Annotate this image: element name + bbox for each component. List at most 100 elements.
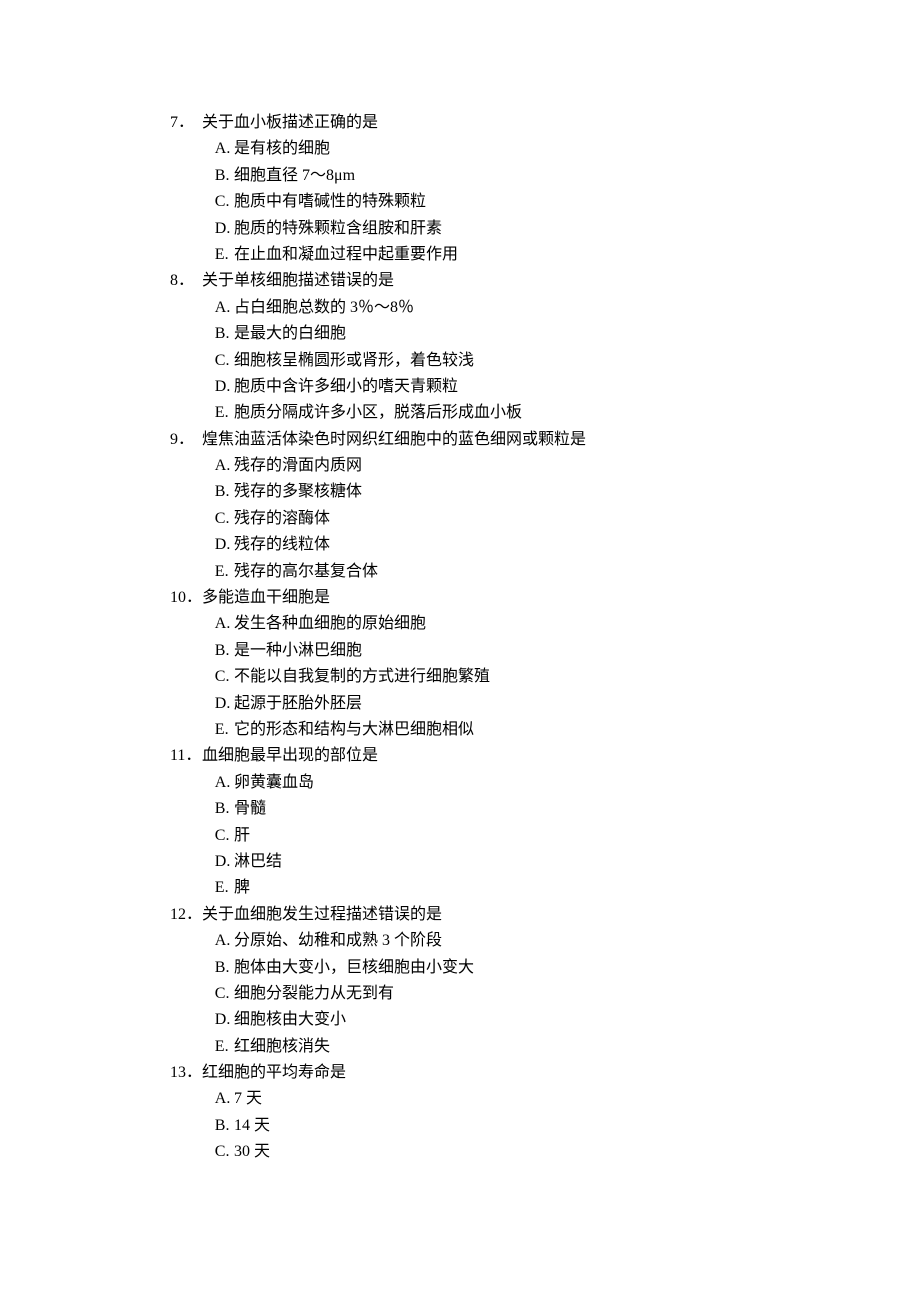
question-text: 关于血细胞发生过程描述错误的是 [202, 902, 442, 928]
option-letter: A. [215, 136, 234, 162]
question-7: 7． 关于血小板描述正确的是 A.是有核的细胞 B.细胞直径 7～8μm C.胞… [170, 110, 750, 268]
question-number: 13． [170, 1060, 202, 1086]
option-d: D.淋巴结 [215, 849, 750, 875]
option-e: E.脾 [215, 875, 750, 901]
question-12: 12． 关于血细胞发生过程描述错误的是 A.分原始、幼稚和成熟 3 个阶段 B.… [170, 902, 750, 1060]
option-text: 残存的溶酶体 [234, 506, 330, 532]
option-letter: B. [215, 479, 234, 505]
option-a: A.卵黄囊血岛 [215, 770, 750, 796]
question-number: 12． [170, 902, 202, 928]
option-a: A.发生各种血细胞的原始细胞 [215, 611, 750, 637]
option-d: D.细胞核由大变小 [215, 1007, 750, 1033]
option-text: 胞质的特殊颗粒含组胺和肝素 [234, 216, 442, 242]
option-letter: D. [215, 374, 234, 400]
option-letter: B. [215, 638, 234, 664]
option-b: B.是最大的白细胞 [215, 321, 750, 347]
option-text: 卵黄囊血岛 [234, 770, 314, 796]
question-options: A.分原始、幼稚和成熟 3 个阶段 B.胞体由大变小，巨核细胞由小变大 C.细胞… [170, 928, 750, 1060]
question-text: 红细胞的平均寿命是 [202, 1060, 346, 1086]
option-text: 胞质中含许多细小的嗜天青颗粒 [234, 374, 458, 400]
option-c: C.不能以自我复制的方式进行细胞繁殖 [215, 664, 750, 690]
question-stem: 8． 关于单核细胞描述错误的是 [170, 268, 750, 294]
option-c: C.细胞分裂能力从无到有 [215, 981, 750, 1007]
question-text: 血细胞最早出现的部位是 [202, 743, 378, 769]
option-letter: B. [215, 955, 234, 981]
option-b: B.胞体由大变小，巨核细胞由小变大 [215, 955, 750, 981]
question-number: 9． [170, 427, 202, 453]
option-a: A.分原始、幼稚和成熟 3 个阶段 [215, 928, 750, 954]
option-text: 占白细胞总数的 3％～8％ [234, 295, 414, 321]
option-b: B.14 天 [215, 1113, 750, 1139]
question-number: 8． [170, 268, 202, 294]
option-letter: B. [215, 796, 234, 822]
question-text: 关于单核细胞描述错误的是 [202, 268, 394, 294]
option-text: 骨髓 [234, 796, 266, 822]
option-a: A.占白细胞总数的 3％～8％ [215, 295, 750, 321]
option-letter: C. [215, 664, 234, 690]
option-letter: C. [215, 1139, 234, 1165]
question-9: 9． 煌焦油蓝活体染色时网织红细胞中的蓝色细网或颗粒是 A.残存的滑面内质网 B… [170, 427, 750, 585]
option-text: 14 天 [234, 1113, 270, 1139]
question-stem: 10． 多能造血干细胞是 [170, 585, 750, 611]
option-e: E.红细胞核消失 [215, 1034, 750, 1060]
option-letter: E. [215, 717, 234, 743]
option-letter: C. [215, 506, 234, 532]
option-text: 是有核的细胞 [234, 136, 330, 162]
option-letter: D. [215, 691, 234, 717]
question-number: 7． [170, 110, 202, 136]
option-letter: E. [215, 875, 234, 901]
option-text: 7 天 [234, 1086, 262, 1112]
document-page: 7． 关于血小板描述正确的是 A.是有核的细胞 B.细胞直径 7～8μm C.胞… [0, 0, 920, 1302]
question-number: 10． [170, 585, 202, 611]
option-text: 细胞直径 7～8μm [234, 163, 355, 189]
option-letter: D. [215, 849, 234, 875]
option-b: B.残存的多聚核糖体 [215, 479, 750, 505]
option-c: C.残存的溶酶体 [215, 506, 750, 532]
question-options: A.占白细胞总数的 3％～8％ B.是最大的白细胞 C.细胞核呈椭圆形或肾形，着… [170, 295, 750, 427]
option-e: E.它的形态和结构与大淋巴细胞相似 [215, 717, 750, 743]
option-letter: D. [215, 1007, 234, 1033]
option-letter: A. [215, 770, 234, 796]
option-d: D.残存的线粒体 [215, 532, 750, 558]
option-letter: D. [215, 532, 234, 558]
option-text: 肝 [234, 823, 250, 849]
option-e: E.胞质分隔成许多小区，脱落后形成血小板 [215, 400, 750, 426]
option-text: 起源于胚胎外胚层 [234, 691, 362, 717]
option-text: 胞质分隔成许多小区，脱落后形成血小板 [234, 400, 522, 426]
question-text: 关于血小板描述正确的是 [202, 110, 378, 136]
question-number: 11． [170, 743, 202, 769]
option-letter: C. [215, 823, 234, 849]
option-text: 胞质中有嗜碱性的特殊颗粒 [234, 189, 426, 215]
option-text: 分原始、幼稚和成熟 3 个阶段 [234, 928, 442, 954]
option-text: 是一种小淋巴细胞 [234, 638, 362, 664]
option-text: 残存的滑面内质网 [234, 453, 362, 479]
question-text: 煌焦油蓝活体染色时网织红细胞中的蓝色细网或颗粒是 [202, 427, 586, 453]
question-text: 多能造血干细胞是 [202, 585, 330, 611]
question-stem: 7． 关于血小板描述正确的是 [170, 110, 750, 136]
question-options: A.发生各种血细胞的原始细胞 B.是一种小淋巴细胞 C.不能以自我复制的方式进行… [170, 611, 750, 743]
option-c: C.胞质中有嗜碱性的特殊颗粒 [215, 189, 750, 215]
option-letter: C. [215, 189, 234, 215]
option-d: D.胞质中含许多细小的嗜天青颗粒 [215, 374, 750, 400]
option-c: C.30 天 [215, 1139, 750, 1165]
option-text: 残存的高尔基复合体 [234, 559, 378, 585]
option-letter: B. [215, 1113, 234, 1139]
option-text: 脾 [234, 875, 250, 901]
option-text: 在止血和凝血过程中起重要作用 [234, 242, 458, 268]
question-11: 11． 血细胞最早出现的部位是 A.卵黄囊血岛 B.骨髓 C.肝 D.淋巴结 E… [170, 743, 750, 901]
question-options: A.7 天 B.14 天 C.30 天 [170, 1086, 750, 1165]
option-text: 残存的线粒体 [234, 532, 330, 558]
question-options: A.是有核的细胞 B.细胞直径 7～8μm C.胞质中有嗜碱性的特殊颗粒 D.胞… [170, 136, 750, 268]
option-letter: A. [215, 453, 234, 479]
option-a: A.7 天 [215, 1086, 750, 1112]
option-a: A.残存的滑面内质网 [215, 453, 750, 479]
option-text: 细胞分裂能力从无到有 [234, 981, 394, 1007]
option-letter: D. [215, 216, 234, 242]
option-letter: E. [215, 400, 234, 426]
option-letter: A. [215, 611, 234, 637]
option-d: D.胞质的特殊颗粒含组胺和肝素 [215, 216, 750, 242]
option-text: 它的形态和结构与大淋巴细胞相似 [234, 717, 474, 743]
option-letter: E. [215, 559, 234, 585]
question-options: A.残存的滑面内质网 B.残存的多聚核糖体 C.残存的溶酶体 D.残存的线粒体 … [170, 453, 750, 585]
option-c: C.细胞核呈椭圆形或肾形，着色较浅 [215, 348, 750, 374]
